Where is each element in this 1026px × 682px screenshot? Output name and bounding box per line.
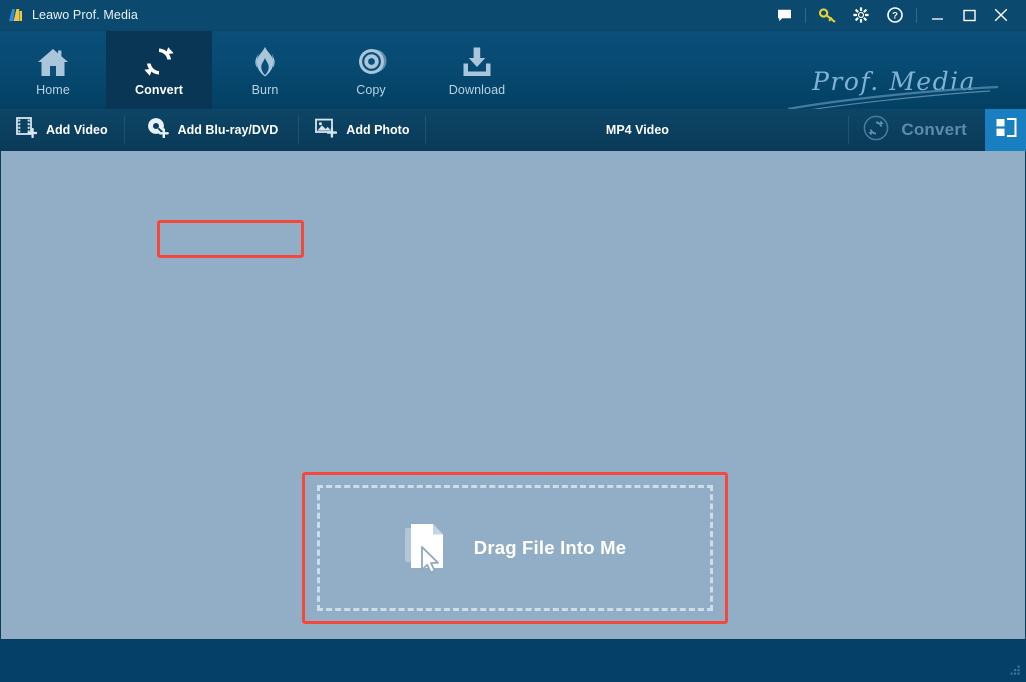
key-icon[interactable] [810, 0, 844, 31]
status-bar [0, 640, 1026, 682]
feedback-icon[interactable] [767, 0, 801, 31]
photo-plus-icon [315, 117, 338, 143]
leawo-logo-icon [7, 7, 24, 24]
add-photo-button[interactable]: Add Photo [299, 109, 425, 151]
resize-grip-icon[interactable] [1008, 665, 1021, 678]
sidebar-item-home[interactable]: Home [0, 31, 106, 109]
sidebar-item-convert[interactable]: Convert [106, 31, 212, 109]
disc-plus-icon [147, 117, 169, 143]
sidebar-item-download[interactable]: Download [424, 31, 530, 109]
flame-icon [249, 44, 281, 78]
panel-layout-toggle[interactable] [985, 109, 1026, 151]
output-format-label: MP4 Video [605, 123, 669, 137]
dropzone-highlight: Drag File Into Me [302, 472, 728, 624]
sidebar-item-label: Burn [251, 82, 279, 97]
titlebar-divider-1 [805, 7, 806, 23]
main-navigation-bar: Home Convert Burn Copy Download Prof. Me… [0, 31, 1026, 112]
film-plus-icon [16, 117, 38, 143]
disc-icon [354, 44, 388, 78]
minimize-icon[interactable] [921, 0, 953, 31]
convert-action-button[interactable]: Convert [849, 109, 985, 151]
close-icon[interactable] [985, 0, 1017, 31]
secondary-toolbar: Add Video Add Blu-ray/DVD Add Photo MP4 … [0, 109, 1026, 258]
file-drag-icon [404, 522, 452, 574]
add-photo-label: Add Photo [346, 123, 410, 137]
gear-icon[interactable] [844, 0, 878, 31]
panel-layout-icon [995, 117, 1017, 144]
convert-icon [142, 44, 176, 78]
convert-circle-icon [863, 115, 889, 146]
window-title: Leawo Prof. Media [32, 8, 138, 22]
titlebar-divider-2 [916, 7, 917, 23]
sidebar-item-label: Copy [356, 82, 386, 97]
output-format-selector[interactable]: MP4 Video [426, 109, 848, 151]
maximize-icon[interactable] [953, 0, 985, 31]
title-bar-left: Leawo Prof. Media [0, 7, 138, 24]
home-icon [36, 44, 70, 78]
add-video-label: Add Video [46, 123, 108, 137]
add-bluray-dvd-label: Add Blu-ray/DVD [177, 123, 279, 137]
sidebar-item-label: Download [448, 82, 506, 97]
file-dropzone[interactable]: Drag File Into Me [317, 485, 713, 611]
sidebar-item-burn[interactable]: Burn [212, 31, 318, 109]
help-icon[interactable]: ? [878, 0, 912, 31]
download-icon [461, 44, 493, 78]
brand-logo: Prof. Media [784, 65, 1004, 115]
sidebar-item-label: Convert [135, 82, 183, 97]
sidebar-item-copy[interactable]: Copy [318, 31, 424, 109]
svg-text:?: ? [892, 11, 898, 22]
convert-button-label: Convert [901, 120, 967, 139]
title-bar-controls: ? [767, 0, 1026, 31]
title-bar: Leawo Prof. Media ? [0, 0, 1026, 31]
add-bluray-dvd-button[interactable]: Add Blu-ray/DVD [125, 109, 299, 151]
sidebar-item-label: Home [36, 82, 70, 97]
add-video-button[interactable]: Add Video [0, 109, 124, 151]
dropzone-label: Drag File Into Me [473, 537, 627, 558]
application-window: Leawo Prof. Media ? Home Convert Burn Co… [0, 0, 1026, 682]
main-content-area: Drag File Into Me [0, 151, 1026, 640]
